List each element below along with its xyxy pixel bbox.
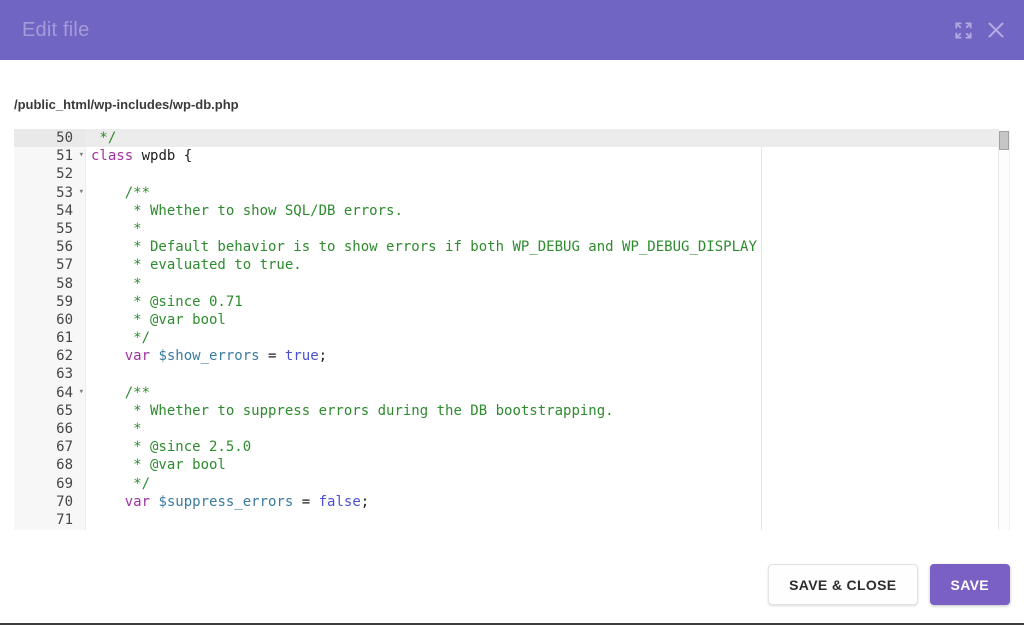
- fullscreen-button[interactable]: [952, 19, 974, 41]
- scrollbar-thumb[interactable]: [999, 131, 1009, 150]
- editor-scrollbar[interactable]: [998, 129, 1010, 530]
- line-number[interactable]: 65: [14, 402, 85, 420]
- line-number[interactable]: 51 ▾: [14, 147, 85, 165]
- code-line[interactable]: *: [86, 220, 1010, 238]
- modal-title: Edit file: [22, 18, 90, 41]
- fold-arrow-icon[interactable]: ▾: [79, 383, 84, 401]
- close-icon: [988, 22, 1004, 38]
- code-editor[interactable]: 50 51 ▾ 52 53 ▾ 54 55 56 57 58 59 60 61 62 63 64 ▾ 65 66 67 6…: [14, 129, 1010, 530]
- footer: SAVE & CLOSE SAVE: [768, 564, 1010, 605]
- code-line[interactable]: /**: [86, 384, 1010, 402]
- code-line[interactable]: *: [86, 275, 1010, 293]
- line-number[interactable]: 70: [14, 493, 85, 511]
- code-line[interactable]: * Whether to show SQL/DB errors.: [86, 202, 1010, 220]
- line-number[interactable]: 54: [14, 202, 85, 220]
- line-number[interactable]: 58: [14, 275, 85, 293]
- edit-file-modal: Edit file /public_html/wp-includes/wp-db…: [0, 0, 1024, 625]
- code-line[interactable]: * Whether to suppress errors during the …: [86, 402, 1010, 420]
- line-number[interactable]: 61: [14, 329, 85, 347]
- code-line[interactable]: * evaluated to true.: [86, 256, 1010, 274]
- code-line[interactable]: [86, 165, 1010, 183]
- code-line[interactable]: * @since 2.5.0: [86, 438, 1010, 456]
- line-number[interactable]: 68: [14, 456, 85, 474]
- line-number[interactable]: 50: [14, 129, 85, 148]
- code-line[interactable]: */: [86, 475, 1010, 493]
- fold-arrow-icon[interactable]: ▾: [79, 183, 84, 201]
- code-line[interactable]: class wpdb {: [86, 147, 1010, 165]
- line-number[interactable]: 64 ▾: [14, 384, 85, 402]
- code-line[interactable]: * @var bool: [86, 311, 1010, 329]
- code-line[interactable]: * @var bool: [86, 456, 1010, 474]
- line-number[interactable]: 60: [14, 311, 85, 329]
- line-number[interactable]: 69: [14, 475, 85, 493]
- code-line[interactable]: */: [86, 329, 1010, 347]
- code-lines[interactable]: */class wpdb { /** * Whether to show SQL…: [86, 129, 1010, 530]
- line-number[interactable]: 63: [14, 365, 85, 383]
- line-number[interactable]: 66: [14, 420, 85, 438]
- code-line[interactable]: /**: [86, 184, 1010, 202]
- save-and-close-button[interactable]: SAVE & CLOSE: [768, 564, 918, 605]
- line-number[interactable]: 57: [14, 256, 85, 274]
- line-number[interactable]: 55: [14, 220, 85, 238]
- code-line[interactable]: * Default behavior is to show errors if …: [86, 238, 1010, 256]
- gutter: 50 51 ▾ 52 53 ▾ 54 55 56 57 58 59 60 61 62 63 64 ▾ 65 66 67 6…: [14, 129, 86, 530]
- code-line[interactable]: [86, 365, 1010, 383]
- file-path: /public_html/wp-includes/wp-db.php: [14, 97, 239, 112]
- close-button[interactable]: [985, 19, 1007, 41]
- modal-header: Edit file: [0, 0, 1024, 60]
- code-line[interactable]: [86, 511, 1010, 529]
- code-line[interactable]: var $suppress_errors = false;: [86, 493, 1010, 511]
- line-number[interactable]: 56: [14, 238, 85, 256]
- line-number[interactable]: 62: [14, 347, 85, 365]
- save-button[interactable]: SAVE: [929, 564, 1010, 605]
- line-number[interactable]: 59: [14, 293, 85, 311]
- expand-icon: [954, 21, 972, 39]
- line-number[interactable]: 71: [14, 511, 85, 529]
- fold-arrow-icon[interactable]: ▾: [79, 146, 84, 164]
- line-number[interactable]: 53 ▾: [14, 184, 85, 202]
- line-number[interactable]: 67: [14, 438, 85, 456]
- code-line[interactable]: */: [86, 129, 1010, 148]
- line-number[interactable]: 52: [14, 165, 85, 183]
- code-line[interactable]: *: [86, 420, 1010, 438]
- code-line[interactable]: * @since 0.71: [86, 293, 1010, 311]
- code-line[interactable]: var $show_errors = true;: [86, 347, 1010, 365]
